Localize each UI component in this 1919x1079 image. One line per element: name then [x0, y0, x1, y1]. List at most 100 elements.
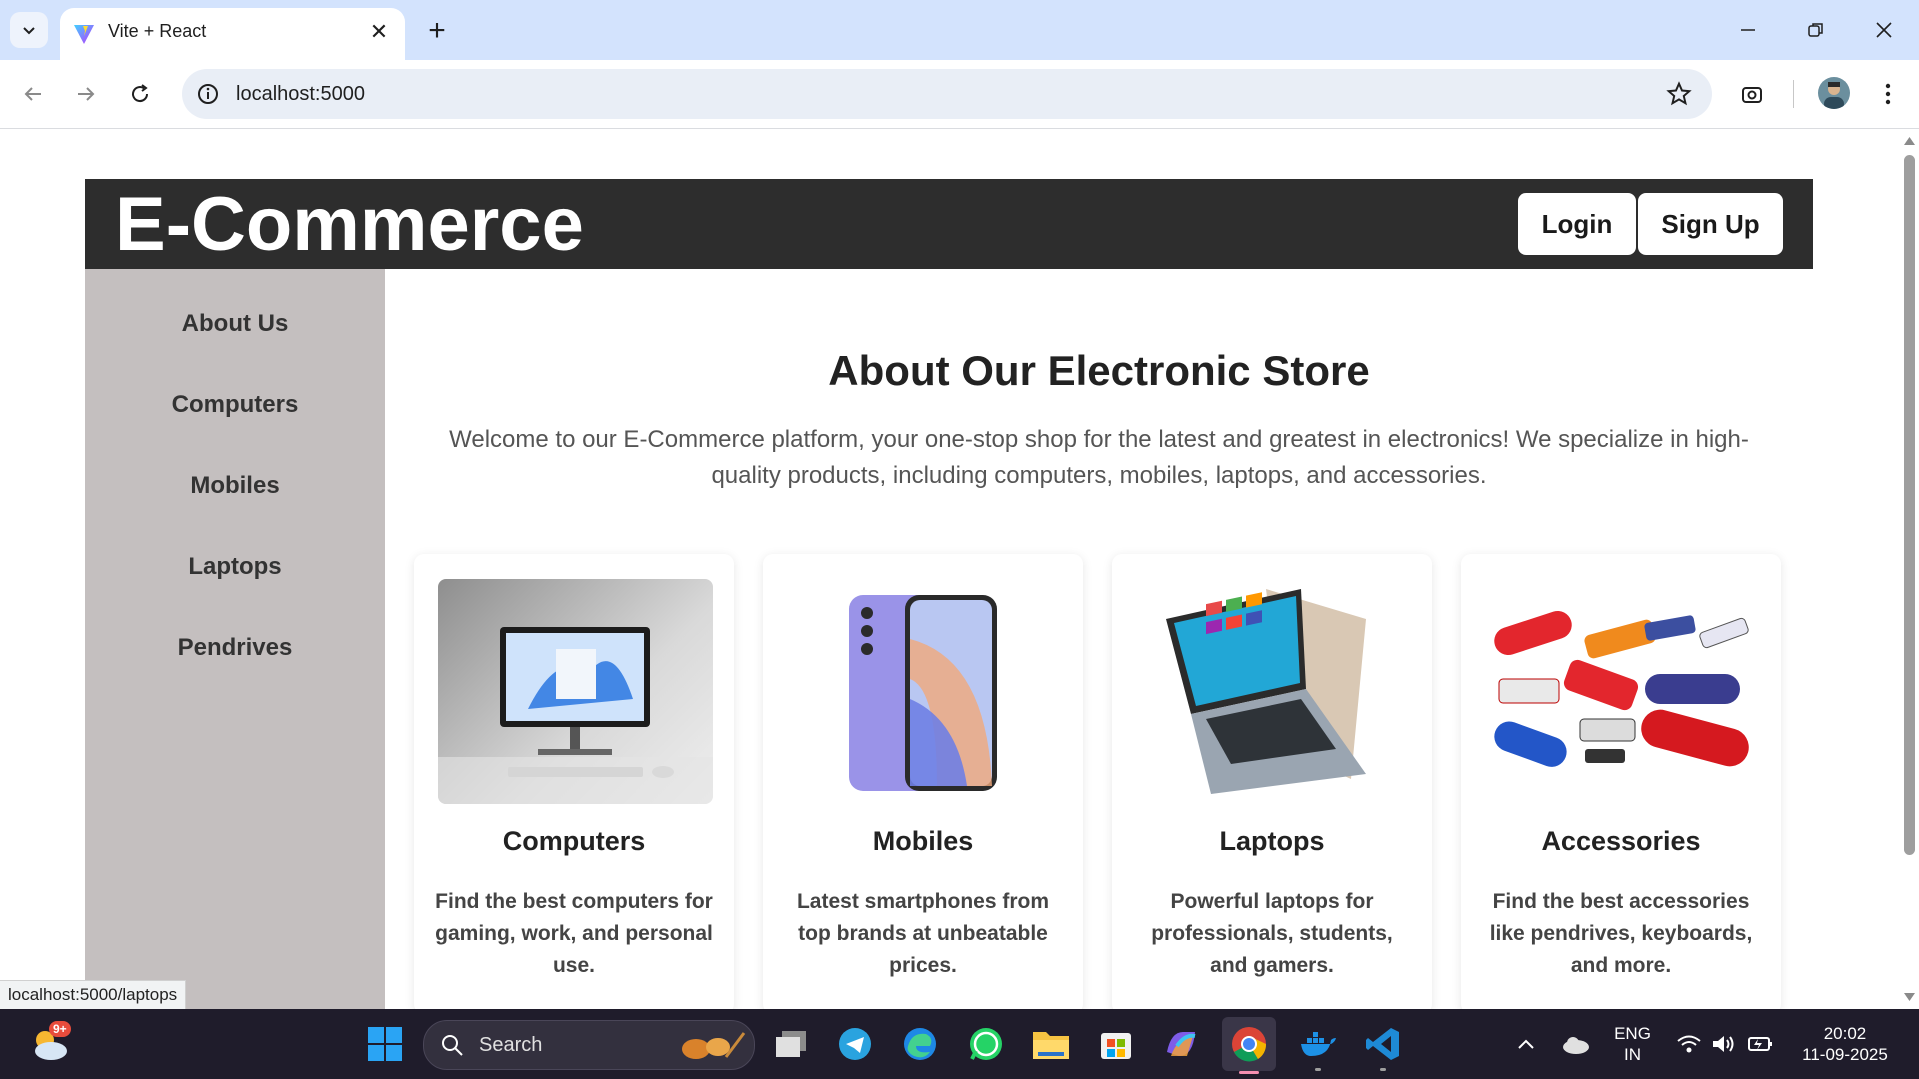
category-card-accessories[interactable]: Accessories Find the best accessories li…: [1461, 554, 1781, 1009]
docker-icon: [1301, 1032, 1336, 1056]
sidebar: About Us Computers Mobiles Laptops Pendr…: [85, 269, 385, 1009]
browser-tabstrip: Vite + React ✕ +: [0, 0, 1919, 60]
page-scrollbar[interactable]: [1900, 129, 1919, 1009]
profile-avatar[interactable]: [1818, 77, 1850, 109]
card-description: Find the best accessories like pendrives…: [1489, 890, 1753, 977]
status-bar-url: localhost:5000/laptops: [0, 980, 187, 1010]
restore-icon: [1808, 23, 1823, 37]
whatsapp-app[interactable]: [965, 1023, 1007, 1065]
telegram-app[interactable]: [834, 1023, 876, 1065]
edge-icon: [904, 1028, 936, 1060]
task-view-icon: [776, 1031, 806, 1057]
scroll-down-icon[interactable]: [1904, 993, 1915, 1001]
taskbar-search[interactable]: Search: [423, 1020, 755, 1070]
screenshot-button[interactable]: [1734, 76, 1770, 112]
page-title: About Our Electronic Store: [828, 347, 1370, 394]
language-code: ENG: [1614, 1024, 1651, 1043]
sidebar-item-pendrives[interactable]: Pendrives: [85, 634, 385, 662]
volume-tray[interactable]: [1703, 1023, 1745, 1065]
store-icon: [1101, 1033, 1131, 1059]
show-hidden-icons-button[interactable]: [1505, 1023, 1547, 1065]
docker-app[interactable]: [1297, 1023, 1339, 1071]
search-highlight-icon: [682, 1032, 746, 1059]
scroll-thumb[interactable]: [1904, 155, 1915, 855]
page-description: Welcome to our E-Commerce platform, your…: [449, 426, 1749, 489]
running-indicator: [1380, 1068, 1386, 1071]
close-icon[interactable]: ✕: [365, 18, 393, 46]
reload-icon: [132, 84, 149, 103]
vscode-icon: [1366, 1028, 1399, 1060]
card-title: Accessories: [1541, 826, 1701, 856]
edge-app[interactable]: [899, 1023, 941, 1065]
clock-time: 20:02: [1823, 1024, 1867, 1043]
reload-button[interactable]: [122, 76, 158, 112]
task-view-button[interactable]: [770, 1023, 812, 1065]
restore-button[interactable]: [1788, 8, 1844, 52]
signup-button[interactable]: Sign Up: [1638, 193, 1783, 255]
copilot-app[interactable]: [1160, 1023, 1202, 1065]
onedrive-tray[interactable]: [1555, 1023, 1597, 1065]
back-button[interactable]: [15, 76, 51, 112]
forward-button[interactable]: [68, 76, 104, 112]
vscode-app[interactable]: [1362, 1023, 1404, 1071]
login-button[interactable]: Login: [1518, 193, 1636, 255]
language-indicator[interactable]: ENG IN: [1605, 1023, 1660, 1065]
sidebar-item-laptops[interactable]: Laptops: [85, 553, 385, 581]
wifi-icon: [1677, 1035, 1701, 1053]
active-indicator: [1239, 1071, 1259, 1074]
more-vertical-icon: [1885, 83, 1891, 105]
site-logo[interactable]: E-Commerce: [115, 185, 584, 265]
sidebar-item-computers[interactable]: Computers: [85, 391, 385, 419]
card-title: Laptops: [1219, 826, 1325, 856]
minimize-button[interactable]: [1720, 8, 1776, 52]
weather-widget[interactable]: 9+: [25, 1019, 77, 1069]
scroll-up-icon[interactable]: [1904, 137, 1915, 145]
telegram-icon: [839, 1028, 871, 1060]
running-indicator: [1315, 1068, 1321, 1071]
battery-tray[interactable]: [1740, 1023, 1782, 1065]
sidebar-item-mobiles[interactable]: Mobiles: [85, 472, 385, 500]
start-button[interactable]: [364, 1023, 406, 1065]
battery-charging-icon: [1748, 1037, 1772, 1051]
close-window-button[interactable]: [1856, 8, 1912, 52]
user-avatar-icon: [1824, 82, 1844, 109]
chevron-up-icon: [1518, 1039, 1534, 1049]
new-tab-button[interactable]: +: [418, 12, 456, 50]
main-content: About Our Electronic Store Welcome to ou…: [385, 269, 1813, 1009]
tab-search-button[interactable]: [10, 12, 48, 48]
chrome-app[interactable]: [1222, 1017, 1276, 1074]
address-bar[interactable]: localhost:5000: [182, 69, 1712, 119]
category-card-mobiles[interactable]: Mobiles Latest smartphones from top bran…: [763, 554, 1083, 1009]
chrome-icon: [1232, 1027, 1267, 1062]
copilot-icon: [1167, 1032, 1196, 1056]
card-description: Find the best computers for gaming, work…: [435, 890, 713, 977]
clock[interactable]: 20:02 11-09-2025: [1790, 1023, 1900, 1065]
arrow-left-icon: [24, 87, 41, 101]
chevron-down-icon: [23, 27, 35, 35]
browser-tab[interactable]: Vite + React ✕: [60, 8, 405, 60]
computer-image: [438, 579, 713, 804]
star-icon[interactable]: [1666, 81, 1692, 107]
url-text: localhost:5000: [236, 83, 365, 105]
laptop-image: [1136, 579, 1411, 804]
windows-logo-icon: [368, 1027, 402, 1061]
search-icon: [442, 1035, 463, 1056]
folder-icon: [1033, 1032, 1069, 1059]
region-code: IN: [1624, 1045, 1641, 1064]
category-card-laptops[interactable]: Laptops Powerful laptops for professiona…: [1112, 554, 1432, 1009]
microsoft-store-app[interactable]: [1095, 1023, 1137, 1065]
browser-menu-button[interactable]: [1870, 76, 1906, 112]
sidebar-item-about-us[interactable]: About Us: [85, 310, 385, 338]
card-description: Powerful laptops for professionals, stud…: [1151, 890, 1393, 977]
card-title: Mobiles: [872, 826, 974, 856]
file-explorer-app[interactable]: [1030, 1023, 1072, 1065]
card-title: Computers: [502, 826, 646, 856]
category-card-computers[interactable]: Computers Find the best computers for ga…: [414, 554, 734, 1009]
speaker-icon: [1713, 1036, 1734, 1052]
mobile-image: [787, 579, 1062, 804]
vite-logo-icon: [74, 25, 94, 44]
tab-title: Vite + React: [108, 21, 207, 41]
site-info-icon[interactable]: [196, 82, 220, 106]
weather-badge: 9+: [49, 1021, 71, 1037]
clock-date: 11-09-2025: [1802, 1045, 1888, 1064]
